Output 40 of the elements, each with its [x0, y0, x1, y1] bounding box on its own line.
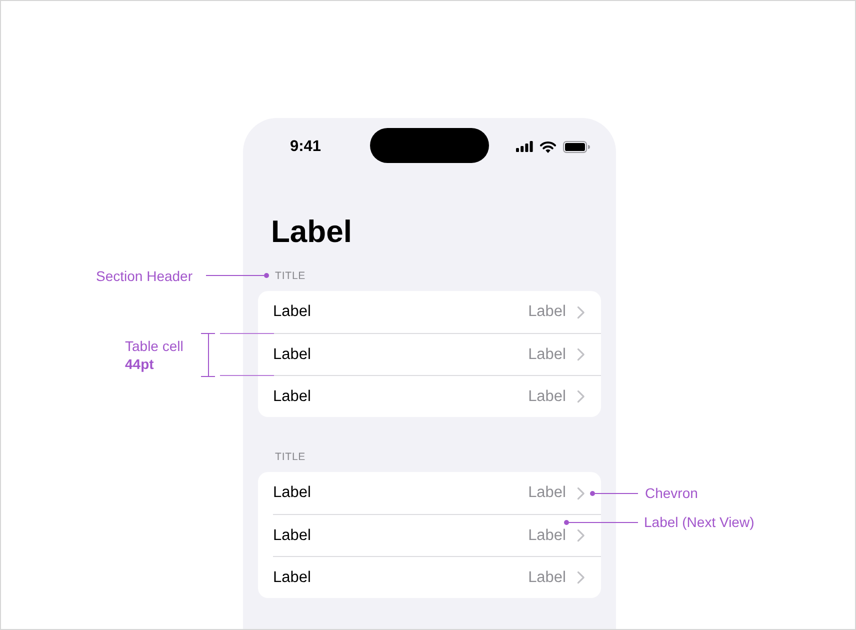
chevron-icon — [577, 348, 585, 361]
wifi-icon — [540, 140, 556, 152]
annotation-label: Table cell — [125, 337, 184, 355]
list-row[interactable]: Label Label — [273, 291, 601, 333]
chevron-icon — [577, 486, 585, 500]
annotation-label: Label (Next View) — [644, 513, 754, 531]
row-value: Label — [528, 526, 566, 546]
status-time: 9:41 — [290, 138, 322, 156]
row-value: Label — [528, 483, 566, 503]
chevron-icon — [577, 571, 585, 584]
row-value: Label — [528, 568, 566, 588]
annotation-label: Chevron — [645, 484, 698, 502]
chevron-icon — [577, 529, 585, 542]
extension-line — [220, 375, 274, 376]
list-row[interactable]: Label Label — [273, 333, 601, 375]
row-label: Label — [273, 568, 311, 588]
annotation-label: Section Header — [96, 267, 193, 285]
leader-line — [206, 273, 269, 278]
large-title: Label — [271, 213, 352, 251]
row-label: Label — [273, 344, 311, 364]
row-label: Label — [273, 386, 311, 406]
signal-icon — [516, 141, 533, 152]
row-value: Label — [528, 344, 566, 364]
battery-icon — [563, 140, 590, 152]
section-header: TITLE — [275, 269, 306, 283]
chevron-icon — [577, 390, 585, 403]
list-row[interactable]: Label Label — [273, 375, 601, 417]
row-label: Label — [273, 302, 311, 322]
leader-line — [590, 491, 638, 496]
row-label: Label — [273, 483, 311, 503]
row-value: Label — [528, 386, 566, 406]
row-label: Label — [273, 526, 311, 546]
extension-line — [220, 333, 274, 334]
list-row[interactable]: Label Label — [273, 556, 601, 598]
dimension-bracket — [201, 333, 215, 377]
section-header: TITLE — [275, 450, 306, 464]
row-value: Label — [528, 302, 566, 322]
chevron-icon — [577, 306, 585, 318]
list-row[interactable]: Label Label — [273, 472, 601, 514]
annotation-value: 44pt — [125, 355, 154, 373]
